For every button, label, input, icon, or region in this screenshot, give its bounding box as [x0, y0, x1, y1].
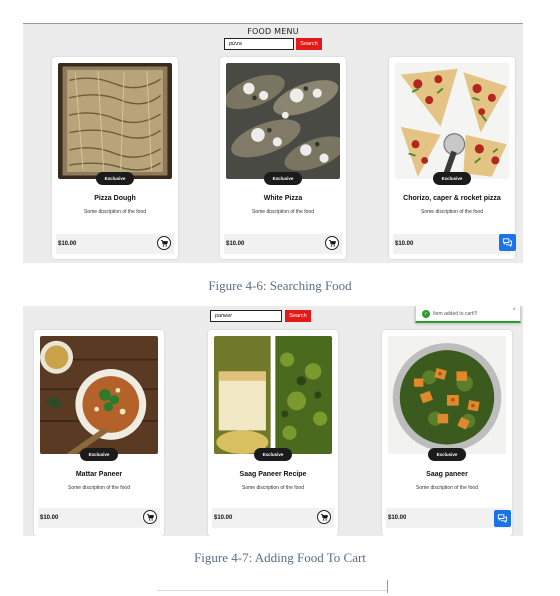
- check-circle-icon: ✓: [422, 310, 430, 318]
- search-button[interactable]: Search: [285, 310, 311, 322]
- food-name: Pizza Dough: [94, 195, 136, 202]
- food-image-mattar-paneer: [40, 336, 158, 454]
- food-image-chorizo-pizza: [395, 63, 509, 179]
- food-card: Exclusive Saag Paneer Recipe Some discri…: [208, 330, 338, 536]
- add-to-cart-button[interactable]: [143, 510, 157, 524]
- food-name: Saag Paneer Recipe: [239, 471, 307, 478]
- chat-button[interactable]: [494, 510, 511, 527]
- card-footer: $10.00: [386, 508, 508, 528]
- figure-caption: Figure 4-6: Searching Food: [208, 278, 352, 293]
- card-footer: $10.00: [38, 508, 160, 528]
- food-image-saag-paneer-recipe: [214, 336, 332, 454]
- food-description: Some discription of the food: [416, 485, 478, 491]
- food-price: $10.00: [226, 241, 245, 247]
- exclusive-badge: Exclusive: [264, 172, 302, 185]
- toast-notification: ✓ Item added to cart!!! ×: [415, 306, 521, 323]
- food-name: Saag paneer: [426, 471, 468, 478]
- card-footer: $10.00: [224, 234, 342, 254]
- food-card: Exclusive Mattar Paneer Some discription…: [34, 330, 164, 536]
- page-title: FOOD MENU: [247, 27, 299, 36]
- chat-button[interactable]: [499, 234, 516, 251]
- cart-icon: [160, 239, 169, 248]
- food-price: $10.00: [58, 241, 77, 247]
- food-image-saag-paneer: [388, 336, 506, 454]
- search-input[interactable]: pizza: [224, 38, 294, 50]
- food-image-pizza-dough: [58, 63, 172, 179]
- exclusive-badge: Exclusive: [428, 448, 466, 461]
- food-description: Some discription of the food: [252, 209, 314, 215]
- food-name: Chorizo, caper & rocket pizza: [403, 195, 501, 202]
- cart-icon: [328, 239, 337, 248]
- food-price: $10.00: [395, 241, 414, 247]
- search-button[interactable]: Search: [296, 38, 322, 50]
- exclusive-badge: Exclusive: [96, 172, 134, 185]
- food-card: Exclusive White Pizza Some discription o…: [220, 57, 346, 259]
- next-figure-border: [157, 590, 387, 591]
- figure-caption: Figure 4-7: Adding Food To Cart: [194, 550, 366, 565]
- food-card: Exclusive Chorizo, caper & rocket pizza …: [389, 57, 516, 259]
- food-description: Some discription of the food: [242, 485, 304, 491]
- cart-icon: [320, 513, 329, 522]
- food-description: Some discription of the food: [68, 485, 130, 491]
- food-price: $10.00: [40, 515, 59, 521]
- food-card: Exclusive Pizza Dough Some discription o…: [52, 57, 178, 259]
- exclusive-badge: Exclusive: [80, 448, 118, 461]
- food-image-white-pizza: [226, 63, 340, 179]
- food-card: Exclusive Saag paneer Some discription o…: [382, 330, 512, 536]
- add-to-cart-button[interactable]: [325, 236, 339, 250]
- chat-icon: [497, 513, 508, 524]
- add-to-cart-screenshot: paneer Search ✓ Item added to cart!!! × …: [23, 306, 523, 536]
- search-input[interactable]: paneer: [210, 310, 282, 322]
- add-to-cart-button[interactable]: [317, 510, 331, 524]
- card-footer: $10.00: [393, 234, 511, 254]
- chat-icon: [502, 237, 513, 248]
- card-footer: $10.00: [212, 508, 334, 528]
- food-price: $10.00: [388, 515, 407, 521]
- exclusive-badge: Exclusive: [254, 448, 292, 461]
- add-to-cart-button[interactable]: [157, 236, 171, 250]
- card-footer: $10.00: [56, 234, 174, 254]
- text-cursor: [387, 580, 388, 593]
- cart-icon: [146, 513, 155, 522]
- food-price: $10.00: [214, 515, 233, 521]
- exclusive-badge: Exclusive: [433, 172, 471, 185]
- food-description: Some discription of the food: [421, 209, 483, 215]
- food-description: Some discription of the food: [84, 209, 146, 215]
- toast-message: Item added to cart!!!: [433, 311, 478, 317]
- food-name: Mattar Paneer: [75, 471, 123, 478]
- close-icon[interactable]: ×: [512, 307, 516, 313]
- search-screenshot: FOOD MENU pizza Search Exclusive Pizza D…: [23, 23, 523, 263]
- food-name: White Pizza: [263, 195, 303, 202]
